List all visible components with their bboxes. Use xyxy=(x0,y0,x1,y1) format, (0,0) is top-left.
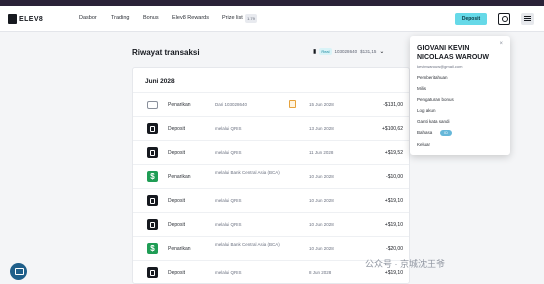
watermark: 公众号 · 京城沈王爷 xyxy=(365,259,445,269)
transaction-date: 10 Jun 2028 xyxy=(309,246,334,251)
transaction-type: Deposit xyxy=(168,150,185,156)
account-selector[interactable]: ▮ Real 103028640 $131,15 ⌄ xyxy=(313,48,384,55)
menu-item-language[interactable]: Bahasa xyxy=(417,130,432,135)
deposit-icon xyxy=(147,123,158,134)
top-nav: ELEV8 Dasbor Trading Bonus Elev8 Rewards… xyxy=(0,6,544,32)
transaction-amount: -$10,00 xyxy=(386,174,403,180)
deposit-icon xyxy=(147,147,158,158)
transaction-type: Deposit xyxy=(168,198,185,204)
deposit-icon xyxy=(147,267,158,278)
page-title: Riwayat transaksi xyxy=(132,48,200,57)
transaction-type: Penarikan xyxy=(168,246,191,252)
hamburger-menu-icon[interactable] xyxy=(521,13,534,25)
table-row[interactable]: Deposit melalui QRIS 10 Jun 2028 +$19,10 xyxy=(133,212,409,236)
dollar-icon: $ xyxy=(147,243,158,254)
transaction-amount: +$19,52 xyxy=(384,150,403,156)
deposit-button[interactable]: Deposit xyxy=(455,13,487,25)
menu-item-bonus-settings[interactable]: Pengaturan bonus xyxy=(417,97,454,102)
menu-item-logout[interactable]: Keluar xyxy=(417,142,430,147)
transaction-method: melalui QRIS xyxy=(215,126,242,131)
transaction-type: Deposit xyxy=(168,222,185,228)
deposit-icon xyxy=(147,219,158,230)
prize-badge: 1.79 xyxy=(245,14,257,23)
transaction-method: melalui QRIS xyxy=(215,150,242,155)
transaction-date: 10 Jun 2028 xyxy=(309,222,334,227)
logo[interactable]: ELEV8 xyxy=(8,13,43,25)
account-balance: $131,15 xyxy=(360,49,377,54)
chat-icon[interactable] xyxy=(10,263,27,280)
transaction-type: Penarikan xyxy=(168,102,191,108)
transaction-type: Penarikan xyxy=(168,174,191,180)
transaction-method: melalui Bank Central Asia (BCA) xyxy=(215,170,280,175)
user-name: GIOVANI KEVIN NICOLAAS WAROUW xyxy=(417,45,489,61)
transaction-method: melalui QRIS xyxy=(215,270,242,275)
nav-trading[interactable]: Trading xyxy=(111,15,129,21)
table-row[interactable]: Deposit melalui QRIS 10 Jun 2028 +$19,10 xyxy=(133,188,409,212)
account-type-tag: Real xyxy=(319,48,332,55)
transaction-date: 13 Jun 2028 xyxy=(309,126,334,131)
transaction-date: 15 Jun 2028 xyxy=(309,102,334,107)
logo-text: ELEV8 xyxy=(19,15,44,23)
menu-item-mailing-list[interactable]: Milis xyxy=(417,86,426,91)
transaction-date: 8 Jun 2028 xyxy=(309,270,332,275)
menu-item-account-log[interactable]: Log akun xyxy=(417,108,436,113)
table-row[interactable]: Penarikan Dari 103028640 15 Jun 2028 -$1… xyxy=(133,92,409,116)
nav-bonus[interactable]: Bonus xyxy=(143,15,159,21)
dollar-icon: $ xyxy=(147,171,158,182)
transaction-method: melalui QRIS xyxy=(215,198,242,203)
transaction-date: 10 Jun 2028 xyxy=(309,198,334,203)
transaction-method: melalui Bank Central Asia (BCA) xyxy=(215,242,280,247)
transaction-amount: +$100,62 xyxy=(382,126,403,132)
account-logo-icon: ▮ xyxy=(313,49,317,55)
transaction-method: Dari 103028640 xyxy=(215,102,248,107)
deposit-icon xyxy=(147,195,158,206)
profile-dropdown: × GIOVANI KEVIN NICOLAAS WAROUW kevinwar… xyxy=(410,36,510,155)
nav-prize-list[interactable]: Prize list xyxy=(222,15,243,21)
monitor-icon xyxy=(147,101,158,109)
table-row[interactable]: $ Penarikan melalui Bank Central Asia (B… xyxy=(133,164,409,188)
transaction-amount: -$131,00 xyxy=(383,102,403,108)
transaction-method: melalui QRIS xyxy=(215,222,242,227)
menu-item-notifications[interactable]: Pemberitahuan xyxy=(417,75,448,80)
month-heading: Juni 2028 xyxy=(145,78,175,85)
profile-icon[interactable] xyxy=(498,13,510,25)
table-row[interactable]: Deposit melalui QRIS 13 Jun 2028 +$100,6… xyxy=(133,116,409,140)
transaction-type: Deposit xyxy=(168,270,185,276)
transaction-amount: +$19,10 xyxy=(384,222,403,228)
transaction-date: 11 Jun 2028 xyxy=(309,150,334,155)
nav-elev8-rewards[interactable]: Elev8 Rewards xyxy=(172,15,209,21)
logo-icon xyxy=(8,14,17,24)
transaction-amount: +$19,10 xyxy=(384,270,403,276)
transaction-type: Deposit xyxy=(168,126,185,132)
transaction-amount: +$19,10 xyxy=(384,198,403,204)
note-icon[interactable] xyxy=(289,100,296,108)
nav-dasbor[interactable]: Dasbor xyxy=(79,15,97,21)
user-email: kevinwarouw@gmail.com xyxy=(417,64,463,69)
chevron-down-icon: ⌄ xyxy=(379,49,385,55)
language-selector[interactable]: ID xyxy=(440,130,452,136)
menu-item-change-password[interactable]: Ganti kata sandi xyxy=(417,119,450,124)
transaction-date: 10 Jun 2028 xyxy=(309,174,334,179)
table-row[interactable]: Deposit melalui QRIS 11 Jun 2028 +$19,52 xyxy=(133,140,409,164)
transaction-amount: -$20,00 xyxy=(386,246,403,252)
account-number: 103028640 xyxy=(334,49,358,54)
transactions-card: Juni 2028 Penarikan Dari 103028640 15 Ju… xyxy=(132,67,410,284)
